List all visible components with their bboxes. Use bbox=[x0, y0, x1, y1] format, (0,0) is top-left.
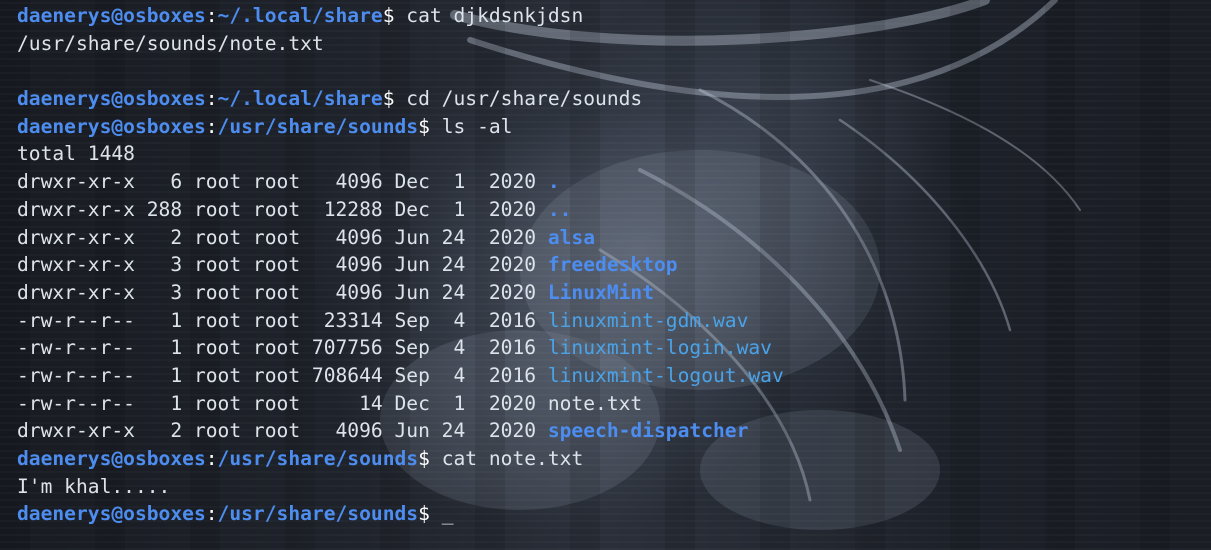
prompt-user: daenerys@osboxes bbox=[17, 87, 206, 111]
output-line: I'm khal..... bbox=[17, 473, 784, 501]
listing-row: -rw-r--r-- 1 root root 707756 Sep 4 2016… bbox=[17, 334, 784, 362]
listing-metadata: drwxr-xr-x 2 root root 4096 Jun 24 2020 bbox=[17, 225, 548, 249]
listing-row: -rw-r--r-- 1 root root 23314 Sep 4 2016 … bbox=[17, 307, 784, 335]
prompt-path: /usr/share/sounds bbox=[217, 114, 419, 138]
output-text: total 1448 bbox=[17, 142, 135, 166]
file-name: linuxmint-logout.wav bbox=[547, 363, 784, 387]
directory-name: alsa bbox=[547, 225, 596, 249]
directory-name: . bbox=[547, 170, 560, 194]
prompt-path: ~/.local/share bbox=[217, 4, 383, 27]
file-name: linuxmint-gdm.wav bbox=[547, 308, 749, 332]
listing-metadata: -rw-r--r-- 1 root root 23314 Sep 4 2016 bbox=[17, 308, 548, 332]
prompt-symbol: $ bbox=[382, 87, 407, 111]
prompt-user: daenerys@osboxes bbox=[17, 447, 206, 470]
listing-metadata: -rw-r--r-- 1 root root 707756 Sep 4 2016 bbox=[17, 336, 548, 360]
file-name: note.txt bbox=[547, 391, 643, 415]
prompt-symbol: $ bbox=[418, 447, 442, 470]
listing-metadata: drwxr-xr-x 2 root root 4096 Jun 24 2020 bbox=[17, 419, 548, 443]
output-text: I'm khal..... bbox=[17, 474, 171, 498]
prompt-separator: : bbox=[205, 114, 218, 138]
listing-row: drwxr-xr-x 288 root root 12288 Dec 1 202… bbox=[17, 196, 784, 224]
listing-row: drwxr-xr-x 2 root root 4096 Jun 24 2020 … bbox=[17, 417, 784, 445]
command-text: ls -al bbox=[441, 114, 513, 138]
prompt-separator: : bbox=[205, 447, 218, 470]
command-text: cat djkdsnkjdsn bbox=[406, 4, 584, 27]
file-name: linuxmint-login.wav bbox=[547, 336, 772, 360]
listing-row: drwxr-xr-x 6 root root 4096 Dec 1 2020 . bbox=[17, 168, 784, 196]
listing-metadata: drwxr-xr-x 288 root root 12288 Dec 1 202… bbox=[17, 197, 548, 221]
prompt-line: daenerys@osboxes:/usr/share/sounds$ ls -… bbox=[17, 113, 784, 141]
directory-name: .. bbox=[547, 197, 572, 221]
output-text: /usr/share/sounds/note.txt bbox=[17, 31, 324, 55]
prompt-user: daenerys@osboxes bbox=[17, 114, 206, 138]
listing-metadata: -rw-r--r-- 1 root root 708644 Sep 4 2016 bbox=[17, 363, 548, 387]
directory-name: speech-dispatcher bbox=[547, 419, 749, 443]
listing-row: drwxr-xr-x 2 root root 4096 Jun 24 2020 … bbox=[17, 224, 784, 252]
prompt-separator: : bbox=[205, 87, 218, 111]
directory-name: LinuxMint bbox=[547, 280, 655, 304]
prompt-line: daenerys@osboxes:/usr/share/sounds$ _ bbox=[17, 500, 784, 528]
prompt-symbol: $ bbox=[418, 502, 442, 526]
directory-name: freedesktop bbox=[547, 253, 678, 277]
output-line: total 1448 bbox=[17, 140, 784, 168]
prompt-symbol: $ bbox=[418, 114, 442, 138]
prompt-symbol: $ bbox=[382, 4, 407, 27]
listing-metadata: drwxr-xr-x 3 root root 4096 Jun 24 2020 bbox=[17, 280, 548, 304]
prompt-path: /usr/share/sounds bbox=[217, 447, 419, 470]
listing-metadata: -rw-r--r-- 1 root root 14 Dec 1 2020 bbox=[17, 391, 548, 415]
prompt-line: daenerys@osboxes:~/.local/share$ cd /usr… bbox=[17, 85, 784, 113]
command-text: cat note.txt bbox=[441, 447, 584, 470]
prompt-line: daenerys@osboxes:/usr/share/sounds$ cat … bbox=[17, 445, 784, 473]
prompt-path: /usr/share/sounds bbox=[217, 502, 419, 526]
command-text: cd /usr/share/sounds bbox=[406, 87, 643, 111]
output-line: /usr/share/sounds/note.txt bbox=[17, 30, 784, 58]
prompt-user: daenerys@osboxes bbox=[17, 4, 206, 27]
listing-row: -rw-r--r-- 1 root root 708644 Sep 4 2016… bbox=[17, 362, 784, 390]
prompt-separator: : bbox=[205, 502, 218, 526]
listing-row: -rw-r--r-- 1 root root 14 Dec 1 2020 not… bbox=[17, 390, 784, 418]
listing-row: drwxr-xr-x 3 root root 4096 Jun 24 2020 … bbox=[17, 251, 784, 279]
prompt-path: ~/.local/share bbox=[217, 87, 383, 111]
listing-metadata: drwxr-xr-x 3 root root 4096 Jun 24 2020 bbox=[17, 253, 548, 277]
prompt-separator: : bbox=[205, 4, 218, 27]
prompt-line: daenerys@osboxes:~/.local/share$ cat djk… bbox=[17, 2, 784, 30]
text-cursor[interactable]: _ bbox=[442, 502, 454, 525]
listing-row: drwxr-xr-x 3 root root 4096 Jun 24 2020 … bbox=[17, 279, 784, 307]
terminal-output[interactable]: daenerys@osboxes:~/.local/share$ cat djk… bbox=[17, 2, 784, 528]
prompt-user: daenerys@osboxes bbox=[17, 502, 206, 526]
listing-metadata: drwxr-xr-x 6 root root 4096 Dec 1 2020 bbox=[17, 170, 548, 194]
terminal-window[interactable]: daenerys@osboxes:~/.local/share$ cat djk… bbox=[0, 0, 1211, 550]
